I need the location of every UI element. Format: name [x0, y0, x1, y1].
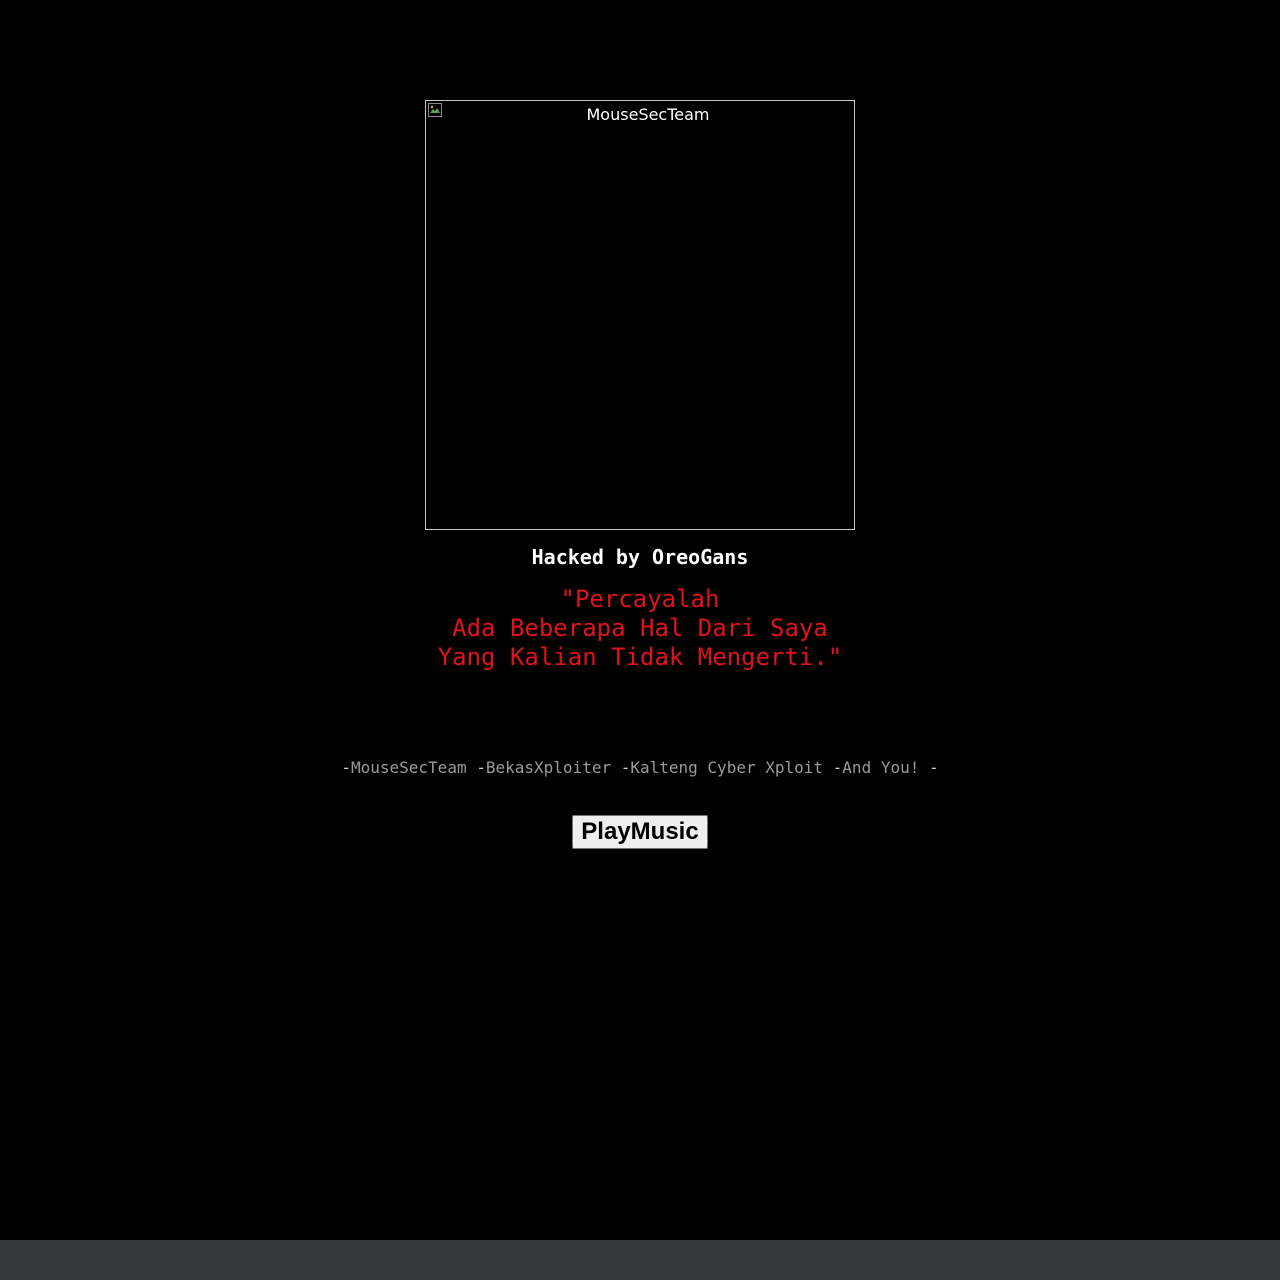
defacement-page: MouseSecTeam Hacked by OreoGans "Percaya…: [0, 0, 1280, 1280]
greets-end-separator: -: [929, 758, 939, 777]
greets-separator: -: [832, 758, 843, 777]
greets-item-bekasxploiter: BekasXploiter: [485, 758, 621, 777]
quote-line-2: Ada Beberapa Hal Dari Saya: [452, 614, 828, 642]
quote-line-3: Yang Kalian Tidak Mengerti.": [437, 643, 843, 671]
bottom-bar: [0, 1240, 1280, 1280]
greets-item-kalteng-cyber-xploit: Kalteng Cyber Xploit: [630, 758, 833, 777]
greets-item-mousesecteam: MouseSecTeam: [350, 758, 477, 777]
play-music-container: PlayMusic: [0, 815, 1280, 849]
banner-image-alt-text: MouseSecTeam: [586, 105, 710, 124]
hacked-by-heading: Hacked by OreoGans: [531, 545, 749, 569]
play-music-button[interactable]: PlayMusic: [572, 815, 708, 849]
greets-separator: -: [341, 758, 351, 777]
greets-line: -MouseSecTeam -BekasXploiter -Kalteng Cy…: [0, 758, 1280, 778]
greets-separator: -: [476, 758, 486, 777]
greets-item-and-you: And You!: [842, 758, 929, 777]
greets-separator: -: [620, 758, 631, 777]
banner-image: MouseSecTeam: [425, 100, 855, 530]
quote-line-1: "Percayalah: [560, 585, 720, 613]
quote-text: "Percayalah Ada Beberapa Hal Dari Saya Y…: [0, 585, 1280, 672]
